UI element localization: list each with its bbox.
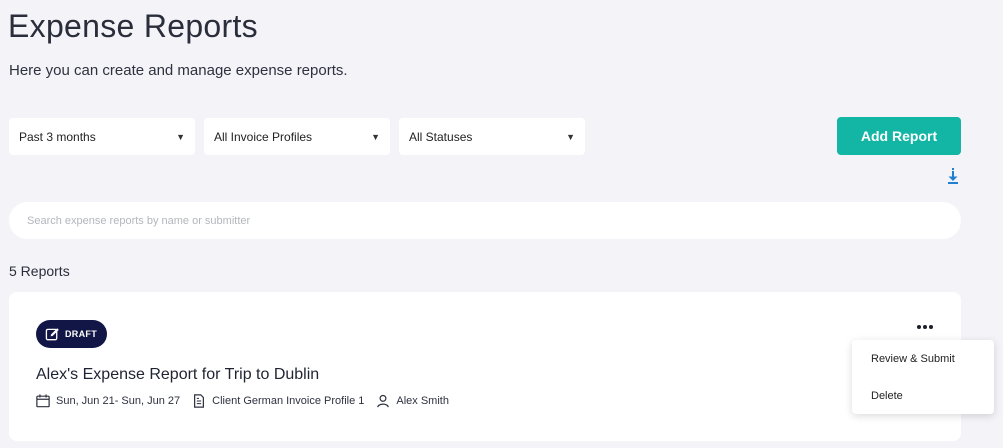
report-date-range: Sun, Jun 21- Sun, Jun 27	[36, 394, 180, 408]
search-input[interactable]	[9, 202, 961, 239]
expense-reports-page: Expense Reports Here you can create and …	[0, 0, 1003, 448]
status-badge-label: DRAFT	[65, 329, 97, 339]
menu-item-delete[interactable]: Delete	[852, 381, 994, 411]
report-title[interactable]: Alex's Expense Report for Trip to Dublin	[36, 366, 319, 384]
report-submitter: Alex Smith	[376, 394, 449, 408]
report-invoice-profile: Client German Invoice Profile 1	[192, 394, 364, 408]
report-context-menu: Review & Submit Delete	[852, 340, 994, 414]
status-filter-select[interactable]: All Statuses ▼	[399, 118, 585, 155]
calendar-icon	[36, 394, 50, 408]
menu-item-review-submit[interactable]: Review & Submit	[852, 344, 994, 374]
submitter-text: Alex Smith	[396, 395, 449, 407]
chevron-down-icon: ▼	[176, 131, 185, 142]
period-filter-select[interactable]: Past 3 months ▼	[9, 118, 195, 155]
chevron-down-icon: ▼	[371, 131, 380, 142]
report-meta: Sun, Jun 21- Sun, Jun 27 Client German I…	[36, 394, 461, 408]
add-report-button[interactable]: Add Report	[837, 117, 961, 155]
period-filter-value: Past 3 months	[19, 129, 96, 144]
date-range-text: Sun, Jun 21- Sun, Jun 27	[56, 395, 181, 407]
chevron-down-icon: ▼	[566, 131, 575, 142]
more-dots-icon	[917, 325, 921, 329]
edit-icon	[45, 327, 59, 340]
page-subtitle: Here you can create and manage expense r…	[9, 62, 348, 79]
more-options-button[interactable]	[914, 320, 936, 334]
download-arrow-icon[interactable]	[946, 168, 960, 184]
invoice-profile-filter-value: All Invoice Profiles	[214, 129, 313, 144]
report-card[interactable]: DRAFT Alex's Expense Report for Trip to …	[9, 292, 961, 441]
invoice-profile-text: Client German Invoice Profile 1	[212, 395, 365, 407]
invoice-profile-filter-select[interactable]: All Invoice Profiles ▼	[204, 118, 390, 155]
page-title: Expense Reports	[8, 8, 258, 44]
reports-count: 5 Reports	[9, 263, 70, 279]
document-icon	[194, 394, 205, 408]
status-badge: DRAFT	[36, 320, 107, 348]
user-icon	[377, 394, 390, 408]
status-filter-value: All Statuses	[409, 129, 473, 144]
